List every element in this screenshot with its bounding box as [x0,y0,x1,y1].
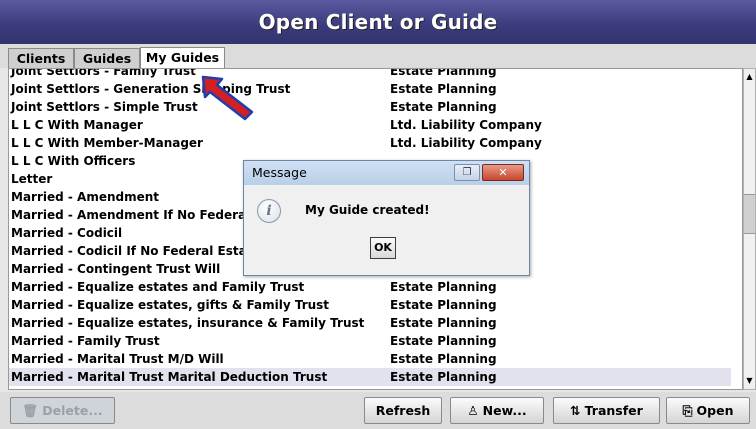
info-icon: i [257,199,281,223]
new-button-label: New... [482,403,527,418]
restore-icon[interactable]: ❐ [454,164,480,181]
list-row[interactable]: Married - Marital Trust Marital Deductio… [9,368,731,386]
guide-category: Ltd. Liability Company [390,136,542,150]
list-row[interactable]: Married - Equalize estates, gifts & Fami… [9,296,731,314]
open-client-or-guide-window: Open Client or Guide Clients Guides My G… [0,0,756,429]
list-row[interactable]: Married - Marital Trust M/D Will Estate P… [9,350,731,368]
message-dialog: Message ❐ ✕ i My Guide created! OK [243,160,530,276]
list-row[interactable]: L L C With Manager Ltd. Liability Company [9,116,731,134]
open-button[interactable]: ⎘ Open [666,397,750,424]
trash-icon: 🗑 [22,403,39,418]
tab-guides[interactable]: Guides [74,48,140,68]
tab-bar: Clients Guides My Guides [0,44,756,68]
new-person-icon: ♙ [467,403,479,418]
guide-category: Estate Planning [390,100,497,114]
transfer-icon: ⇅ [570,403,581,418]
guide-category: Estate Planning [390,316,497,330]
delete-button[interactable]: 🗑 Delete... [10,397,115,424]
guide-name: Joint Settlors - Family Trust [11,68,196,78]
dialog-title-bar: Message ❐ ✕ [244,161,529,185]
window-title: Open Client or Guide [0,0,756,44]
vertical-scrollbar[interactable]: ▲ ▼ [743,68,756,390]
guide-name: Married - Amendment [11,190,160,204]
scroll-up-icon[interactable]: ▲ [744,71,755,83]
dialog-body: i My Guide created! OK [244,185,529,275]
guide-category: Estate Planning [390,334,497,348]
refresh-button-label: Refresh [375,403,431,418]
guide-category: Estate Planning [390,82,497,96]
guide-category: Estate Planning [390,352,497,366]
list-row[interactable]: L L C With Member-Manager Ltd. Liability … [9,134,731,152]
guide-name: Married - Equalize estates and Family Tr… [11,280,305,294]
guide-name: Married - Equalize estates, gifts & Fami… [11,298,330,312]
list-row[interactable]: Married - Equalize estates, insurance & … [9,314,731,332]
guide-category: Estate Planning [390,68,497,78]
guide-name: Married - Family Trust [11,334,160,348]
tab-clients[interactable]: Clients [8,48,74,68]
guide-name: L L C With Member-Manager [11,136,203,150]
guide-category: Estate Planning [390,370,497,384]
list-row[interactable]: Joint Settlors - Generation Skipping Tru… [9,80,731,98]
list-row[interactable]: Married - Equalize estates and Family Tr… [9,278,731,296]
guide-name: Married - Contingent Trust Will [11,262,221,276]
dialog-message: My Guide created! [305,203,430,217]
guide-name: Letter [11,172,53,186]
guide-name: L L C With Manager [11,118,143,132]
guide-name: Married - Equalize estates, insurance & … [11,316,365,330]
guide-name: Married - Marital Trust Marital Deductio… [11,370,328,384]
tab-my-guides[interactable]: My Guides [140,47,225,68]
close-icon[interactable]: ✕ [482,164,524,181]
scroll-thumb[interactable] [744,194,755,234]
button-bar: 🗑 Delete... Refresh ♙ New... ⇅ Transfer ⎘ Op… [0,392,756,429]
annotation-arrow-icon [201,75,254,121]
guide-category: Ltd. Liability Company [390,118,542,132]
list-row[interactable]: Joint Settlors - Simple Trust Estate Plan… [9,98,731,116]
guide-name: Married - Marital Trust M/D Will [11,352,224,366]
open-folder-icon: ⎘ [682,403,693,418]
ok-button[interactable]: OK [370,237,396,259]
transfer-button[interactable]: ⇅ Transfer [553,397,660,424]
scroll-down-icon[interactable]: ▼ [744,375,755,387]
list-row[interactable]: Married - Family Trust Estate Planning [9,332,731,350]
guide-category: Estate Planning [390,280,497,294]
list-row[interactable]: Joint Settlors - Family Trust Estate Plan… [9,68,731,80]
guide-name: L L C With Officers [11,154,136,168]
transfer-button-label: Transfer [584,403,643,418]
refresh-button[interactable]: Refresh [364,397,442,424]
open-button-label: Open [696,403,734,418]
delete-button-label: Delete... [42,403,103,418]
guide-name: Married - Codicil [11,226,123,240]
guide-name: Joint Settlors - Simple Trust [11,100,198,114]
dialog-title: Message [252,165,307,180]
new-button[interactable]: ♙ New... [450,397,544,424]
guide-category: Estate Planning [390,298,497,312]
